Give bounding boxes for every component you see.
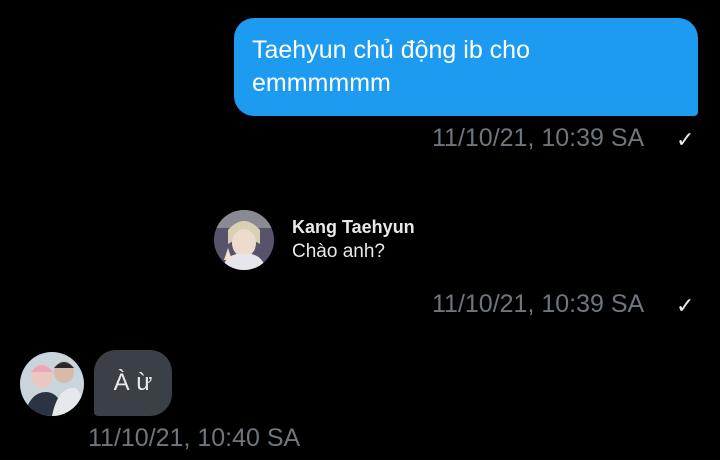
received-message-timestamp: 11/10/21, 10:40 SA xyxy=(88,424,301,452)
shared-message-text: Chào anh? xyxy=(292,241,385,262)
received-message-bubble[interactable]: À ừ xyxy=(94,350,172,416)
check-icon: ✓ xyxy=(676,128,695,153)
shared-contact-name: Kang Taehyun xyxy=(292,217,415,237)
avatar[interactable] xyxy=(20,352,84,416)
avatar[interactable] xyxy=(214,210,274,270)
sent-message-bubble[interactable]: Taehyun chủ động ib cho emmmmmm xyxy=(234,18,698,116)
check-icon: ✓ xyxy=(676,294,695,319)
shared-message-timestamp: 11/10/21, 10:39 SA xyxy=(432,290,645,318)
sent-message-timestamp: 11/10/21, 10:39 SA xyxy=(432,124,645,152)
sent-message-line-1: Taehyun chủ động ib cho xyxy=(252,36,530,64)
received-message-text: À ừ xyxy=(113,369,153,396)
sent-message-line-2: emmmmmm xyxy=(252,69,391,97)
